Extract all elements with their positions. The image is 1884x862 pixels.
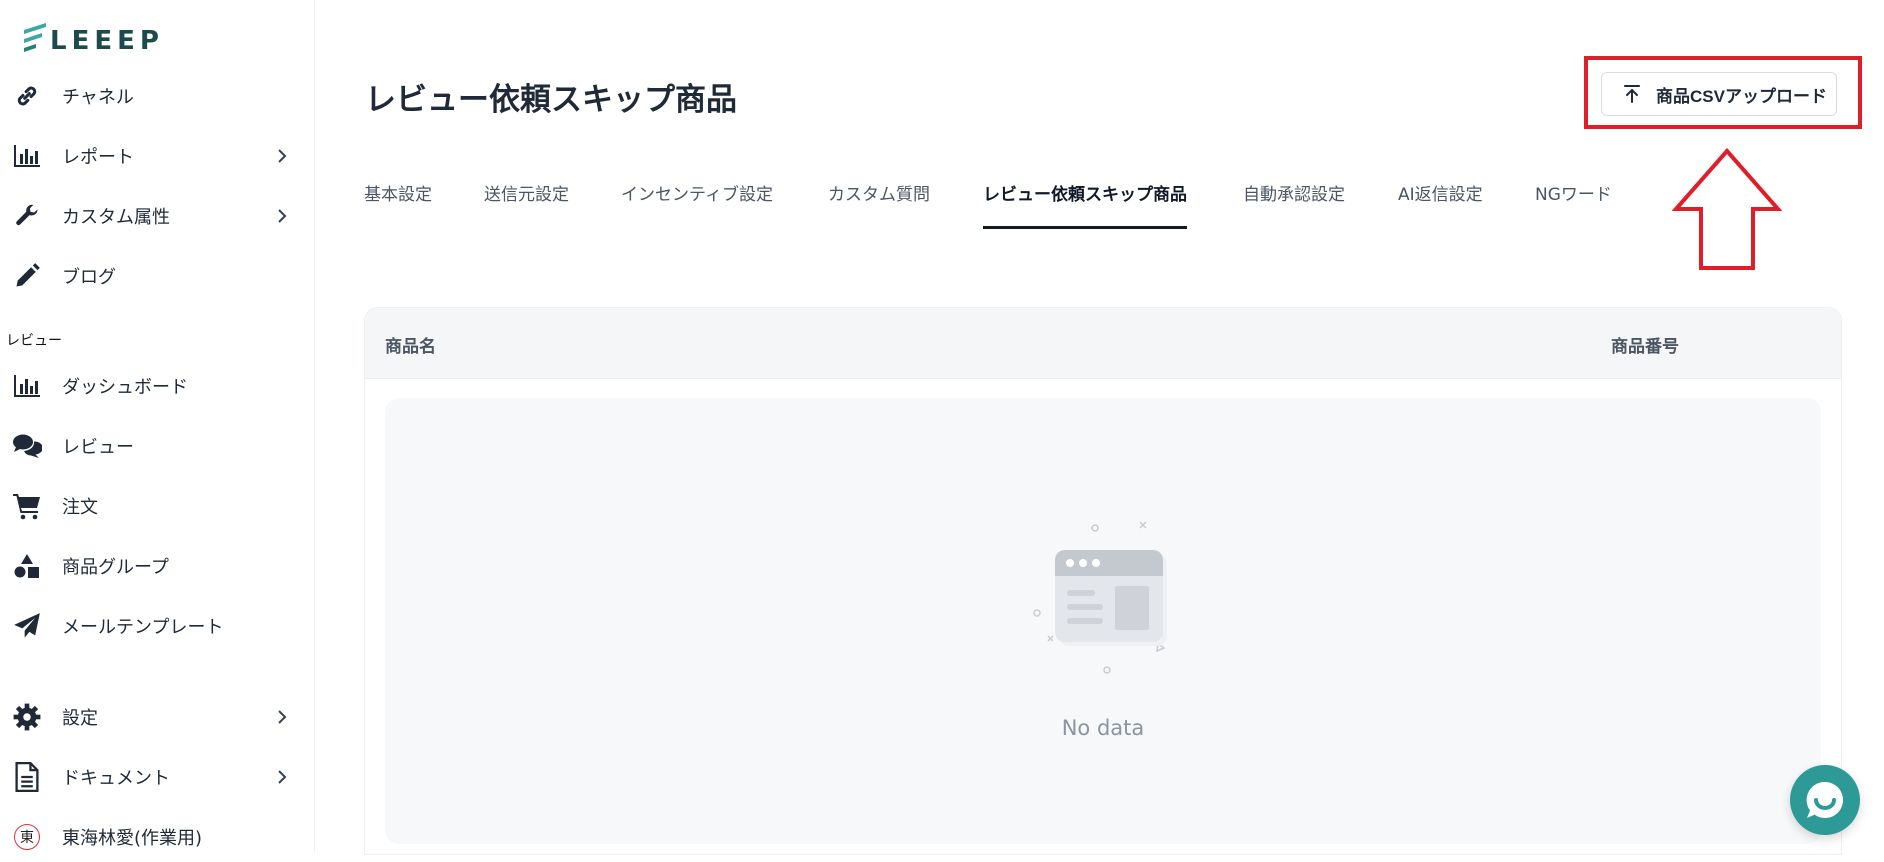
- column-header-product-name[interactable]: 商品名: [385, 332, 436, 357]
- csv-upload-button[interactable]: 商品CSVアップロード: [1601, 72, 1837, 116]
- sidebar-item-label: チャネル: [62, 87, 134, 108]
- tab-incentive-settings[interactable]: インセンティブ設定: [621, 180, 773, 226]
- logo-mark-icon: [24, 23, 46, 52]
- sidebar-item-report[interactable]: レポート: [0, 131, 314, 181]
- chevron-right-icon: [278, 149, 287, 163]
- sidebar-item-label: レビュー: [62, 437, 134, 458]
- column-header-product-number[interactable]: 商品番号: [1611, 332, 1679, 357]
- chevron-right-icon: [278, 209, 287, 223]
- gear-icon: [12, 702, 42, 732]
- empty-state-text: No data: [1061, 716, 1145, 740]
- logo-text: LEEEP: [50, 26, 164, 56]
- cart-icon: [12, 491, 42, 521]
- sidebar-item-blog[interactable]: ブログ: [0, 251, 314, 301]
- sidebar: LEEEP チャネル レポート カスタム属性 ブログ レビュー ダッシュボード …: [0, 0, 315, 853]
- sidebar-item-dashboard[interactable]: ダッシュボード: [0, 361, 314, 411]
- document-icon: [12, 762, 42, 792]
- sidebar-item-label: ドキュメント: [62, 768, 170, 789]
- sidebar-item-channel[interactable]: チャネル: [0, 71, 314, 121]
- chat-icon: [1806, 781, 1844, 818]
- sidebar-item-label: メールテンプレート: [62, 617, 224, 638]
- chevron-right-icon: [278, 710, 287, 724]
- tab-auto-approval-settings[interactable]: 自動承認設定: [1243, 180, 1345, 226]
- upload-icon: [1622, 84, 1642, 104]
- avatar-char: 東: [14, 824, 40, 850]
- skip-products-table: 商品名 商品番号 No data: [364, 307, 1842, 855]
- wrench-icon: [12, 201, 42, 231]
- tab-ai-reply-settings[interactable]: AI返信設定: [1398, 180, 1483, 226]
- tab-custom-questions[interactable]: カスタム質問: [828, 180, 930, 226]
- bar-chart-icon: [12, 141, 42, 171]
- tab-basic-settings[interactable]: 基本設定: [364, 180, 432, 226]
- sidebar-item-label: ブログ: [62, 267, 116, 288]
- sidebar-item-label: 商品グループ: [62, 557, 169, 578]
- sidebar-section-label: レビュー: [6, 333, 62, 349]
- sidebar-item-mail-templates[interactable]: メールテンプレート: [0, 601, 314, 651]
- tab-review-skip-products[interactable]: レビュー依頼スキップ商品: [983, 180, 1187, 229]
- sidebar-item-label: カスタム属性: [62, 207, 170, 228]
- sidebar-item-label: 設定: [62, 708, 98, 729]
- tab-sender-settings[interactable]: 送信元設定: [484, 180, 569, 226]
- sidebar-item-product-groups[interactable]: 商品グループ: [0, 541, 314, 591]
- sidebar-item-custom-attributes[interactable]: カスタム属性: [0, 191, 314, 241]
- sidebar-item-settings[interactable]: 設定: [0, 692, 314, 742]
- annotation-arrow-icon: [1672, 148, 1782, 270]
- leeep-logo[interactable]: LEEEP: [22, 22, 164, 54]
- sidebar-item-orders[interactable]: 注文: [0, 481, 314, 531]
- tab-ng-words[interactable]: NGワード: [1535, 180, 1612, 226]
- sidebar-item-documents[interactable]: ドキュメント: [0, 752, 314, 802]
- csv-upload-label: 商品CSVアップロード: [1656, 86, 1827, 106]
- sidebar-item-reviews[interactable]: レビュー: [0, 421, 314, 471]
- shapes-icon: [12, 551, 42, 581]
- chevron-right-icon: [278, 770, 287, 784]
- chat-support-button[interactable]: [1790, 765, 1860, 835]
- bar-chart-icon: [12, 371, 42, 401]
- sidebar-item-label: レポート: [62, 147, 134, 168]
- pencil-icon: [12, 261, 42, 291]
- sidebar-item-label: 東海林愛(作業用): [62, 828, 203, 849]
- link-icon: [12, 81, 42, 111]
- avatar: 東: [12, 822, 42, 852]
- empty-state: No data: [385, 398, 1821, 844]
- chat-bubbles-icon: [12, 431, 42, 461]
- empty-box-icon: [1033, 521, 1167, 674]
- paper-plane-icon: [12, 611, 42, 641]
- table-header: 商品名 商品番号: [365, 308, 1841, 379]
- page-title: レビュー依頼スキップ商品: [365, 82, 737, 118]
- sidebar-item-label: ダッシュボード: [62, 377, 188, 398]
- sidebar-item-user[interactable]: 東 東海林愛(作業用): [0, 812, 314, 862]
- sidebar-item-label: 注文: [62, 497, 98, 518]
